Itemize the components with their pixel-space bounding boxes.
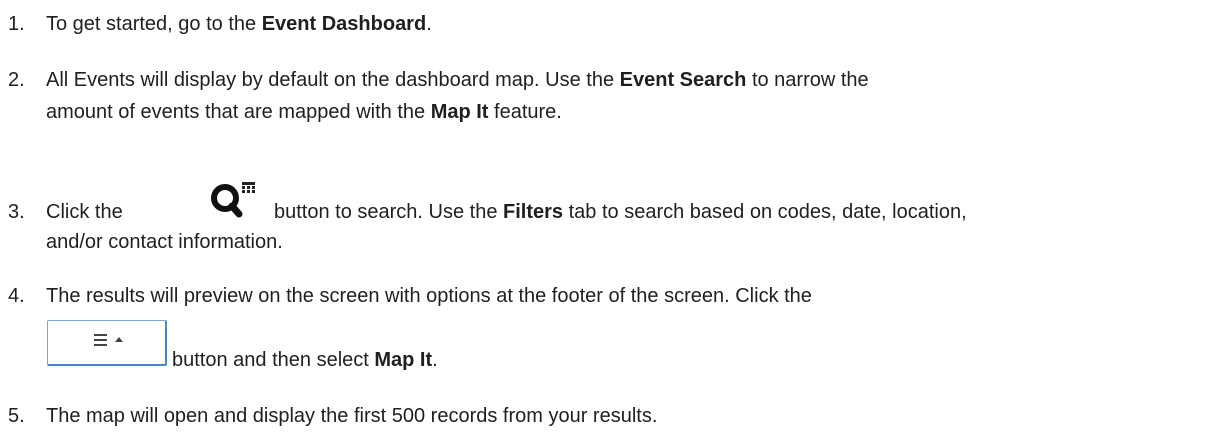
step-text: The map will open and display the first … — [46, 405, 658, 427]
search-calendar-icon[interactable] — [201, 176, 263, 224]
step-text-line1-a: Click the — [46, 201, 123, 223]
menu-caret-button[interactable] — [47, 320, 167, 366]
step-number: 3. — [8, 201, 25, 223]
step-number: 4. — [8, 285, 25, 307]
step-text: To get started, go to the Event Dashboar… — [46, 13, 432, 35]
step-number: 5. — [8, 405, 25, 427]
step-number: 1. — [8, 13, 25, 35]
step-text-line1: The results will preview on the screen w… — [46, 285, 812, 307]
step-text-line1-b: button to search. Use the Filters tab to… — [274, 201, 967, 223]
step-text-line2: button and then select Map It. — [172, 349, 438, 371]
step-text-line2: amount of events that are mapped with th… — [46, 101, 562, 123]
step-text-line2: and/or contact information. — [46, 231, 283, 253]
hamburger-caret-icon — [94, 334, 123, 346]
step-text-line1: All Events will display by default on th… — [46, 69, 869, 91]
step-number: 2. — [8, 69, 25, 91]
